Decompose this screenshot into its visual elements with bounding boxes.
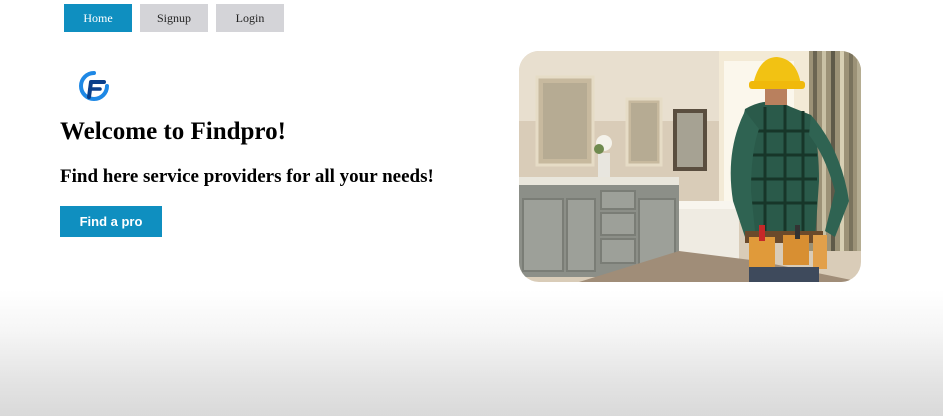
nav-signup-button[interactable]: Signup (140, 4, 208, 32)
hero-image (519, 51, 861, 282)
nav-login-button[interactable]: Login (216, 4, 284, 32)
top-nav: Home Signup Login (64, 4, 284, 32)
findpro-logo-icon (78, 70, 110, 104)
page-subtitle: Find here service providers for all your… (60, 166, 434, 187)
find-a-pro-button[interactable]: Find a pro (60, 206, 162, 237)
page-title: Welcome to Findpro! (60, 118, 286, 145)
nav-home-button[interactable]: Home (64, 4, 132, 32)
